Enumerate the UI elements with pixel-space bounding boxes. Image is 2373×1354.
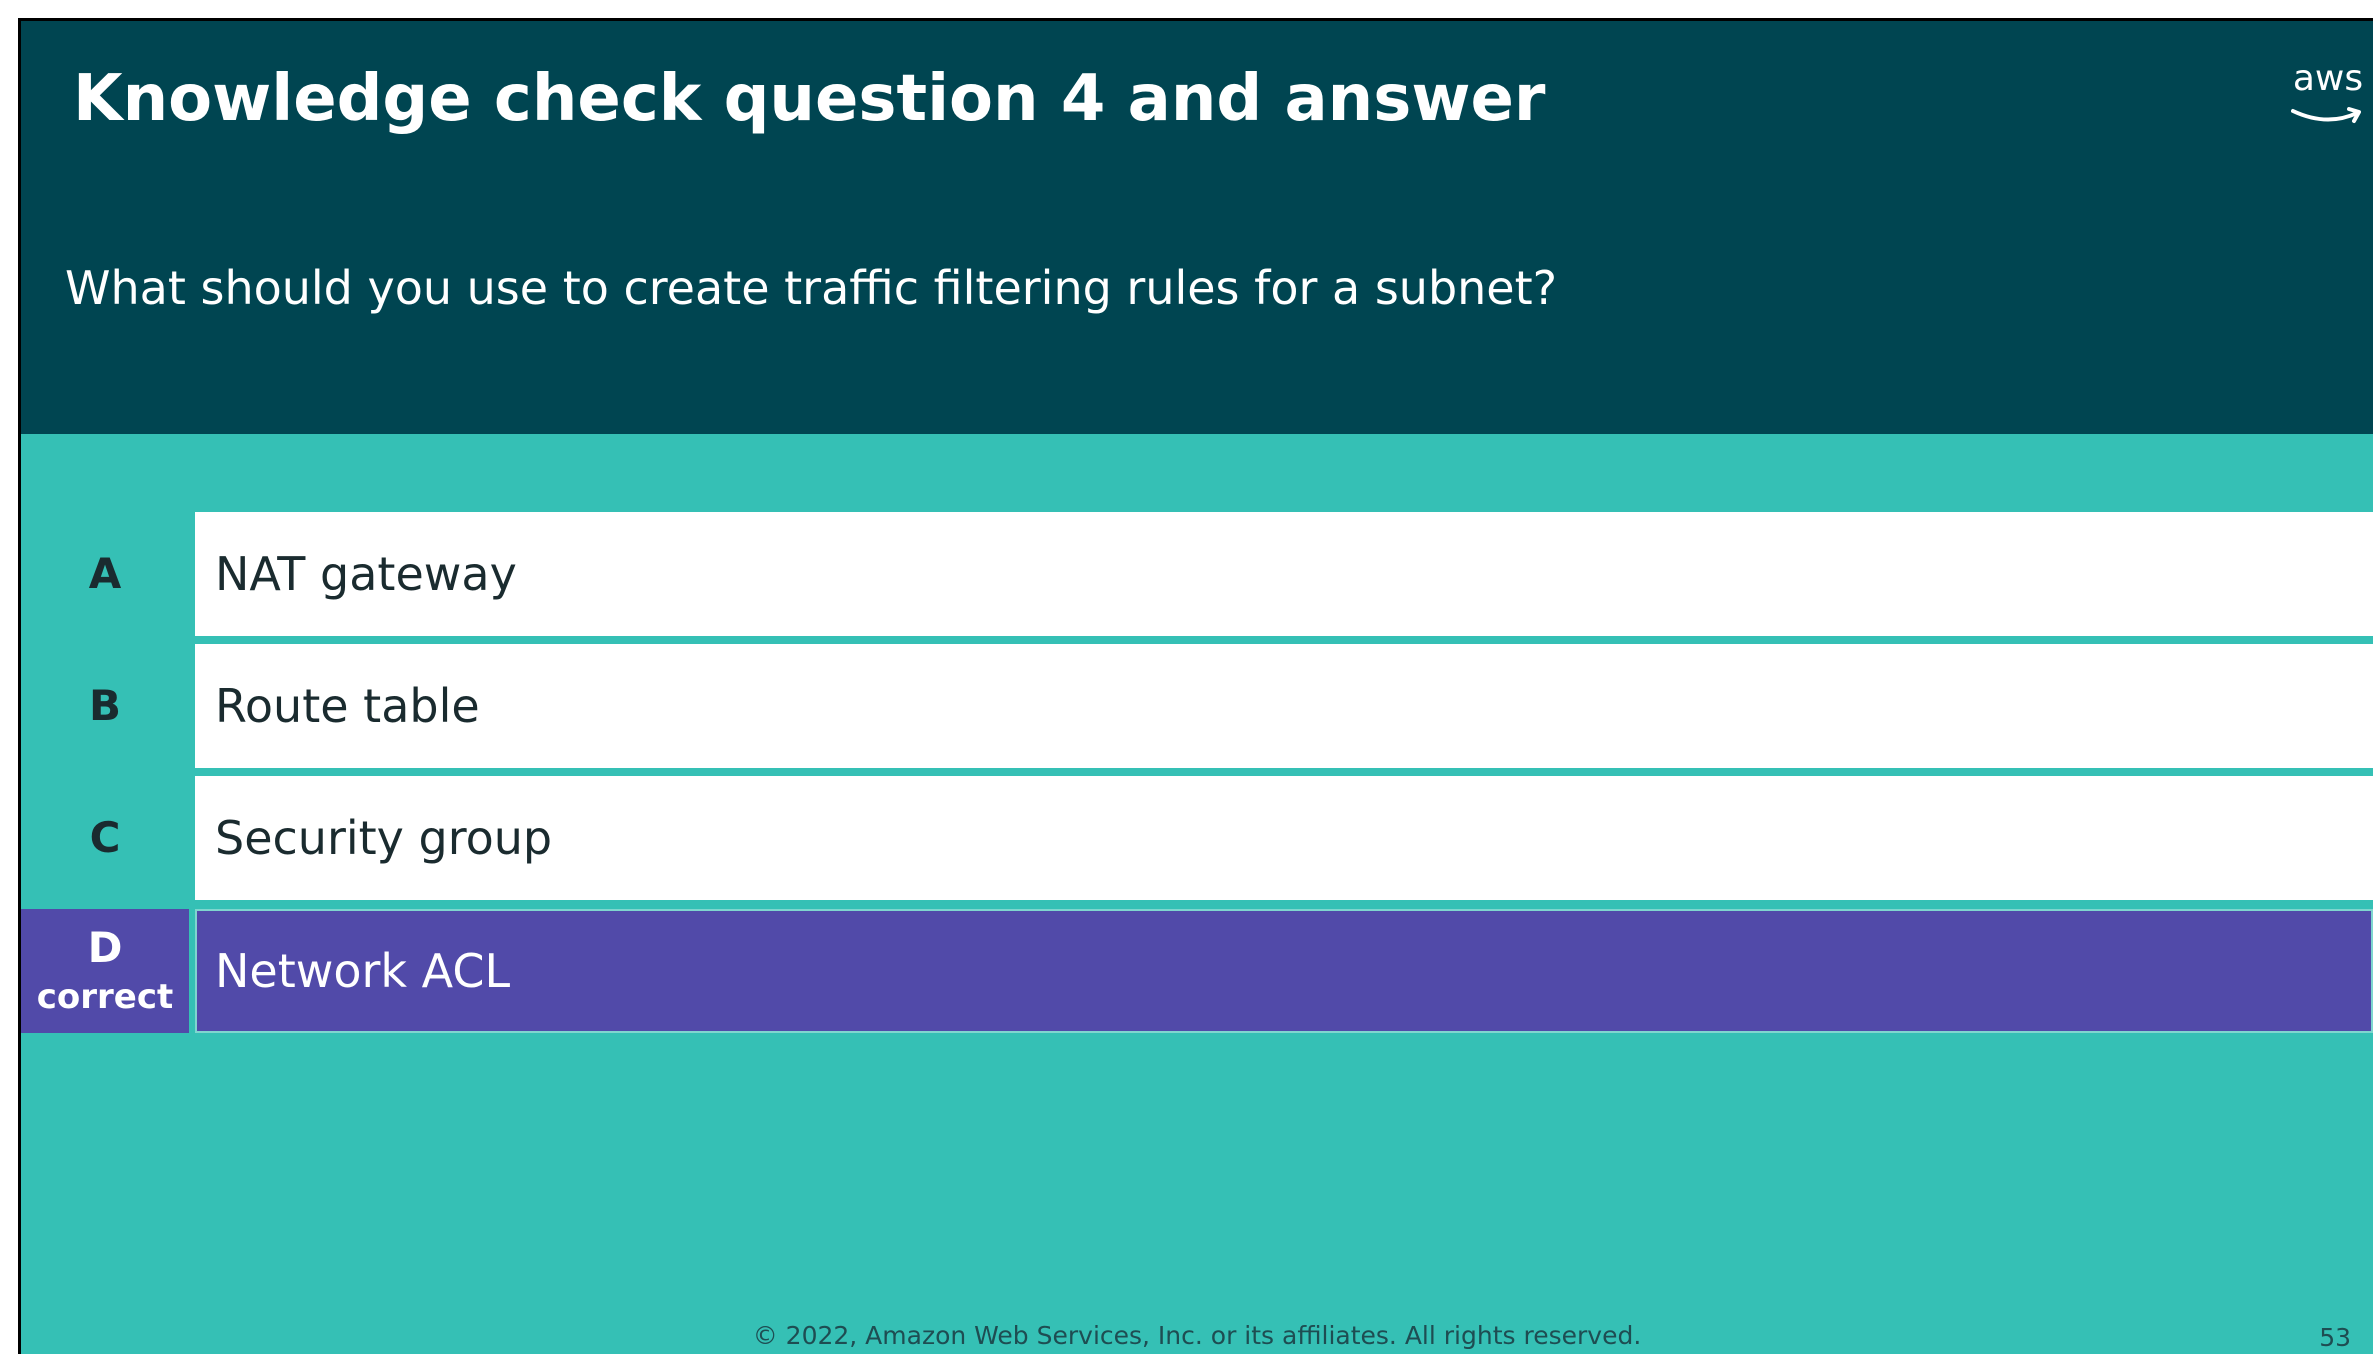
option-answer-box: Security group [195, 776, 2373, 900]
option-text: Security group [215, 811, 553, 865]
aws-logo-icon: aws [2285, 61, 2371, 141]
option-b[interactable]: B Route table [21, 644, 2373, 768]
option-letter: A [21, 512, 189, 636]
option-letter: D correct [21, 909, 189, 1033]
option-answer-box: Network ACL [195, 909, 2373, 1033]
aws-smile-icon [2291, 107, 2361, 123]
option-answer-box: Route table [195, 644, 2373, 768]
slide-header: Knowledge check question 4 and answer Wh… [21, 21, 2373, 434]
option-letter-label: A [88, 548, 122, 598]
correct-label: correct [36, 977, 174, 1018]
option-a[interactable]: A NAT gateway [21, 512, 2373, 636]
copyright-footer: © 2022, Amazon Web Services, Inc. or its… [752, 1321, 1642, 1350]
page: Knowledge check question 4 and answer Wh… [0, 0, 2373, 1354]
slide-title: Knowledge check question 4 and answer [73, 62, 1546, 136]
option-text: Route table [215, 679, 480, 733]
option-d-correct[interactable]: D correct Network ACL [21, 909, 2373, 1033]
slide-body: A NAT gateway B Route table C Security g… [21, 434, 2373, 1354]
option-letter: B [21, 644, 189, 768]
option-letter-label: D [87, 923, 123, 973]
option-letter-label: C [89, 812, 121, 862]
page-number: 53 [2319, 1323, 2351, 1352]
option-letter-label: B [88, 680, 121, 730]
option-c[interactable]: C Security group [21, 776, 2373, 900]
option-answer-box: NAT gateway [195, 512, 2373, 636]
option-text: Network ACL [215, 944, 511, 998]
slide: Knowledge check question 4 and answer Wh… [18, 18, 2373, 1354]
option-letter: C [21, 776, 189, 900]
question-text: What should you use to create traffic fi… [65, 261, 1558, 315]
aws-logo-text: aws [2292, 58, 2364, 99]
option-text: NAT gateway [215, 547, 517, 601]
